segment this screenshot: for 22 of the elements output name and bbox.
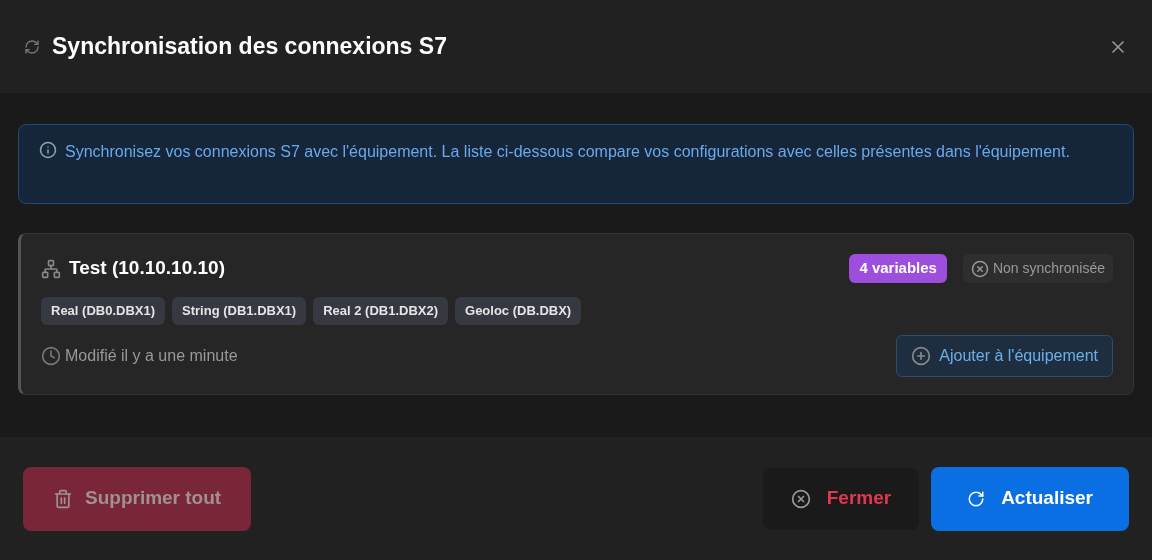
network-icon — [41, 258, 61, 279]
refresh-icon — [967, 489, 986, 508]
plus-circle-icon — [911, 345, 932, 366]
refresh-button[interactable]: Actualiser — [931, 466, 1129, 531]
x-circle-icon — [970, 259, 989, 278]
close-dialog-button[interactable]: Fermer — [762, 467, 920, 530]
x-circle-icon — [790, 488, 811, 509]
add-to-device-button[interactable]: Ajouter à l'équipement — [896, 334, 1113, 377]
dialog-title: Synchronisation des connexions S7 — [52, 32, 447, 62]
variable-tag: Geoloc (DB.DBX) — [455, 297, 582, 325]
trash-icon — [53, 488, 73, 509]
sync-icon — [24, 38, 40, 55]
clock-icon — [41, 345, 61, 366]
modified-time: Modifié il y a une minute — [65, 345, 238, 366]
info-text: Synchronisez vos connexions S7 avec l'équipement. La liste ci-dessous compare vos configurations avec celles présentes dans l'équipement. — [65, 142, 1070, 162]
variable-tag: String (DB1.DBX1) — [172, 297, 307, 325]
variable-tag: Real (DB0.DBX1) — [41, 297, 166, 325]
sync-status: Non synchronisée — [962, 254, 1113, 283]
info-icon — [39, 141, 57, 159]
connection-name: Test (10.10.10.10) — [69, 256, 225, 281]
variable-tag: Real 2 (DB1.DBX2) — [313, 297, 449, 325]
variables-count: 4 variables — [849, 254, 947, 283]
